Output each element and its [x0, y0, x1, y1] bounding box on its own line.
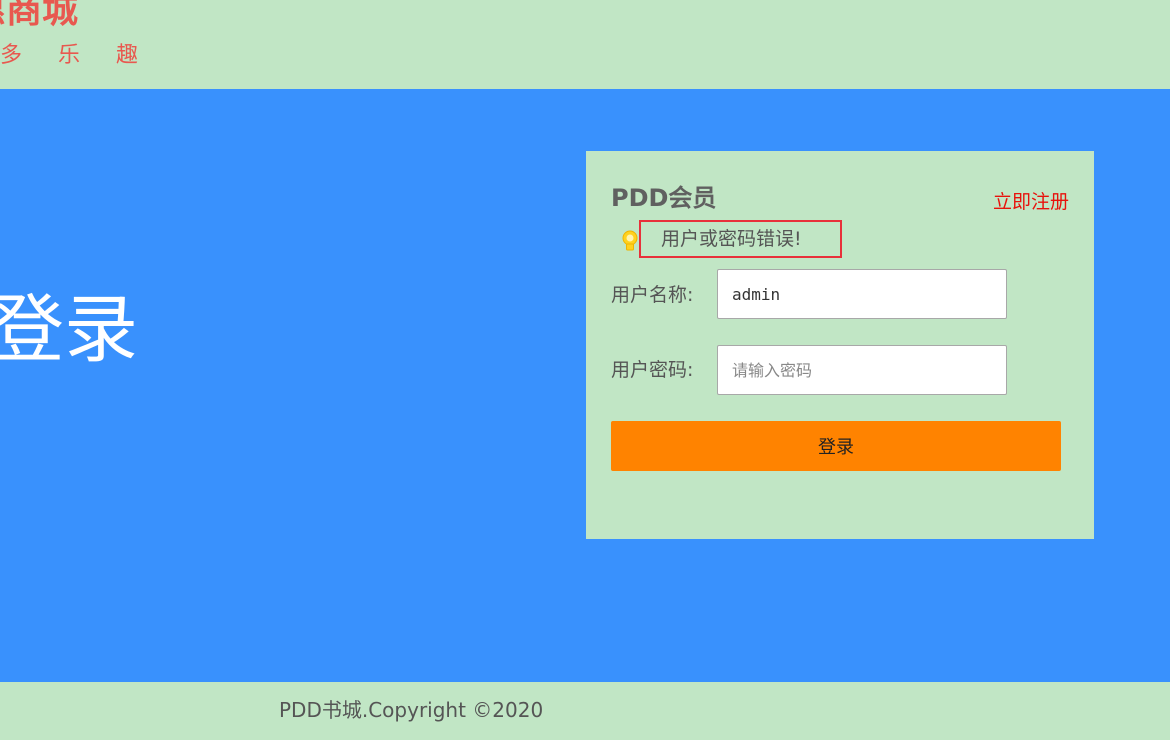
- password-label: 用户密码:: [611, 359, 694, 381]
- logo-slogan: 多乐趣: [0, 43, 175, 68]
- login-box-title: PDD会员: [611, 184, 717, 212]
- lightbulb-icon: [621, 230, 639, 254]
- page-footer: PDD书城.Copyright ©2020: [0, 682, 1170, 740]
- username-input[interactable]: [717, 269, 1007, 319]
- error-message: 用户或密码错误!: [639, 220, 842, 258]
- banner-title: 登录: [0, 287, 138, 373]
- password-input[interactable]: [717, 345, 1007, 395]
- register-link[interactable]: 立即注册: [993, 190, 1069, 214]
- page-header: 惠商城 多乐趣: [0, 0, 1170, 89]
- copyright-text: PDD书城.Copyright ©2020: [279, 698, 544, 722]
- username-label: 用户名称:: [611, 284, 694, 306]
- logo-title: 惠商城: [0, 0, 79, 31]
- login-box: PDD会员 立即注册 用户或密码错误! 用户名称: 用户密码: 登录: [586, 151, 1094, 539]
- login-button[interactable]: 登录: [611, 421, 1061, 471]
